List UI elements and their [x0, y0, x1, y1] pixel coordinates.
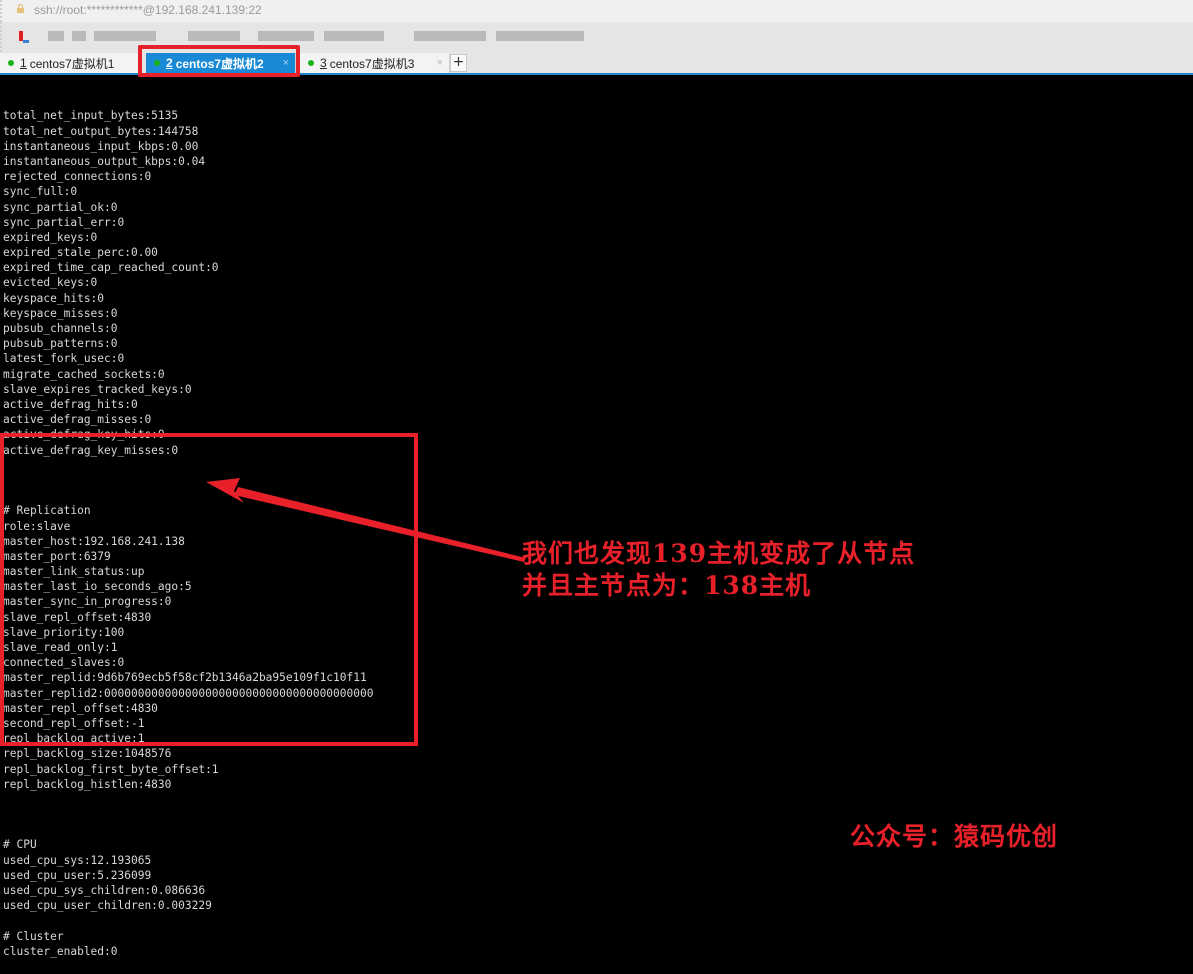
replication-highlight-box: [0, 433, 418, 746]
blurred-toolbar-item: [94, 31, 156, 41]
terminal-line: slave_expires_tracked_keys:0: [3, 382, 192, 396]
status-dot-icon: [8, 60, 14, 66]
terminal-line: active_defrag_misses:0: [3, 413, 152, 427]
tab-1[interactable]: 1 centos7虚拟机1: [0, 53, 142, 73]
cpu-cluster-section: # CPU used_cpu_sys:12.193065 used_cpu_user…: [3, 837, 373, 959]
terminal-line: total_net_input_bytes:5135: [3, 109, 179, 123]
blurred-toolbar-item: [324, 31, 384, 41]
terminal-line: migrate_cached_sockets:0: [3, 367, 165, 381]
terminal-line: # Cluster: [3, 929, 64, 943]
terminal-line: pubsub_channels:0: [3, 322, 118, 336]
blurred-toolbar-item: [72, 31, 86, 41]
terminal-line: instantaneous_input_kbps:0.00: [3, 139, 199, 153]
tab-number: 3: [320, 56, 327, 70]
blurred-toolbar-item: [48, 31, 64, 41]
terminal-line: rejected_connections:0: [3, 170, 152, 184]
terminal-line: used_cpu_sys_children:0.086636: [3, 884, 206, 898]
close-icon[interactable]: ×: [437, 57, 443, 69]
terminal-line: # CPU: [3, 838, 37, 852]
blurred-toolbar-item: [258, 31, 314, 41]
terminal-line: instantaneous_output_kbps:0.04: [3, 154, 206, 168]
terminal-line: pubsub_patterns:0: [3, 337, 118, 351]
terminal-line: sync_full:0: [3, 185, 78, 199]
stats-section: total_net_input_bytes:5135 total_net_outp…: [3, 108, 373, 473]
status-dot-icon: [308, 60, 314, 66]
app-icon: [19, 31, 29, 43]
terminal-line: sync_partial_ok:0: [3, 200, 118, 214]
annotation-line-2: 并且主节点为：138主机: [522, 571, 812, 600]
terminal-line: used_cpu_sys:12.193065: [3, 853, 152, 867]
tab-number: 1: [20, 56, 27, 70]
terminal-line: keyspace_hits:0: [3, 291, 105, 305]
tab-label: centos7虚拟机1: [29, 56, 115, 71]
new-tab-button[interactable]: +: [450, 54, 467, 72]
annotation-note: 我们也发现139主机变成了从节点 并且主节点为：138主机: [522, 538, 915, 602]
address-url: ssh://root:************@192.168.241.139:…: [34, 3, 262, 17]
terminal-line: keyspace_misses:0: [3, 306, 118, 320]
terminal-line: expired_time_cap_reached_count:0: [3, 261, 219, 275]
terminal-line: used_cpu_user:5.236099: [3, 868, 152, 882]
terminal-line: repl_backlog_histlen:4830: [3, 777, 172, 791]
watermark: 公众号：猿码优创: [850, 822, 1059, 851]
blurred-toolbar-item: [496, 31, 584, 41]
terminal-line: expired_keys:0: [3, 230, 98, 244]
terminal-line: evicted_keys:0: [3, 276, 98, 290]
terminal-line: repl_backlog_size:1048576: [3, 747, 172, 761]
blurred-toolbar-item: [414, 31, 486, 41]
terminal-line: total_net_output_bytes:144758: [3, 124, 199, 138]
terminal-line: active_defrag_hits:0: [3, 397, 138, 411]
terminal-line: latest_fork_usec:0: [3, 352, 125, 366]
lock-icon: [17, 4, 24, 13]
blurred-toolbar-item: [188, 31, 240, 41]
tab-3[interactable]: 3 centos7虚拟机3 ×: [300, 53, 450, 73]
terminal-line: sync_partial_err:0: [3, 215, 125, 229]
terminal-line: used_cpu_user_children:0.003229: [3, 899, 212, 913]
address-bar[interactable]: ssh://root:************@192.168.241.139:…: [0, 0, 1193, 22]
annotation-line-1: 我们也发现139主机变成了从节点: [522, 539, 916, 568]
tab-highlight-box: [138, 45, 300, 77]
terminal-line: repl_backlog_first_byte_offset:1: [3, 762, 219, 776]
terminal-line: cluster_enabled:0: [3, 944, 118, 958]
terminal-line: expired_stale_perc:0.00: [3, 246, 158, 260]
tab-label: centos7虚拟机3: [329, 56, 415, 71]
